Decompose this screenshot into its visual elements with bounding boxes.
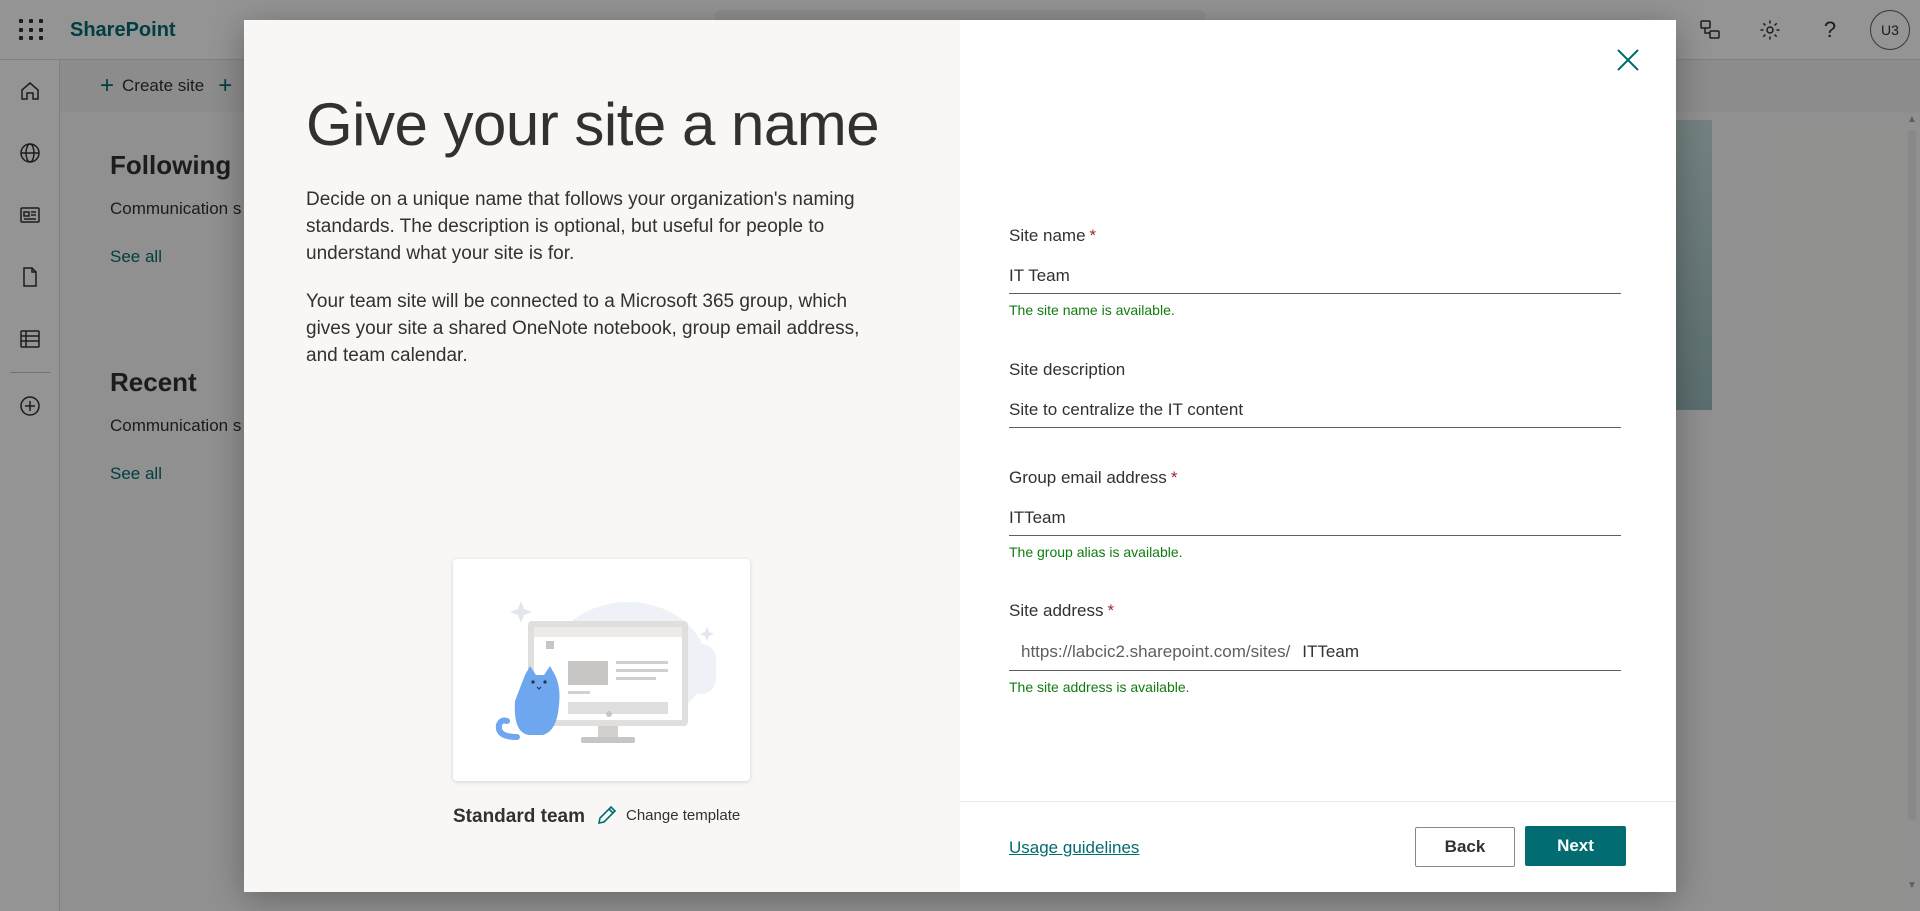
dialog-footer: Usage guidelines Back Next (960, 801, 1676, 892)
template-illustration (495, 601, 716, 743)
site-description-label: Site description (1009, 360, 1126, 379)
scroll-up-icon[interactable]: ▲ (1906, 114, 1918, 126)
site-address-row: https://labcic2.sharepoint.com/sites/ (1009, 633, 1621, 671)
scrollbar-thumb[interactable] (1908, 130, 1916, 820)
site-address-field: Site address * https://labcic2.sharepoint… (1009, 601, 1621, 695)
dialog-group-description: Your team site will be connected to a Mi… (306, 291, 860, 366)
scroll-down-icon[interactable]: ▼ (1906, 880, 1918, 892)
dialog-title: Give your site a name (306, 91, 880, 158)
site-address-input[interactable] (1302, 641, 1621, 662)
template-name: Standard team (453, 806, 585, 827)
group-email-field: Group email address* The group alias is … (1009, 468, 1621, 560)
site-name-field: Site name* The site name is available. (1009, 226, 1621, 318)
site-description-input[interactable] (1009, 392, 1621, 428)
group-email-input[interactable] (1009, 500, 1621, 536)
group-email-label: Group email address * (1009, 468, 1178, 487)
site-name-input[interactable] (1009, 258, 1621, 294)
site-address-prefix: https://labcic2.sharepoint.com/sites/ (1021, 641, 1291, 661)
close-icon (1617, 49, 1639, 71)
back-button[interactable]: Back (1415, 827, 1515, 867)
required-indicator: * (1170, 468, 1178, 487)
site-name-available-message: The site name is available. (1009, 302, 1175, 318)
required-indicator: * (1089, 226, 1097, 245)
next-button[interactable]: Next (1525, 826, 1626, 866)
dialog-description: Decide on a unique name that follows you… (306, 189, 855, 264)
site-address-available-message: The site address is available. (1009, 679, 1190, 695)
site-name-label: Site name * (1009, 226, 1097, 245)
site-address-label: Site address * (1009, 601, 1115, 620)
usage-guidelines-link[interactable]: Usage guidelines (1009, 838, 1139, 858)
create-site-dialog: Give your site a name Decide on a unique… (244, 20, 1676, 892)
pencil-icon (597, 805, 617, 825)
site-description-field: Site description (1009, 360, 1621, 428)
close-button[interactable] (1606, 38, 1650, 82)
dialog-info-panel: Give your site a name Decide on a unique… (244, 20, 960, 892)
required-indicator: * (1107, 601, 1115, 620)
change-template-button[interactable]: Change template (596, 804, 740, 826)
group-alias-available-message: The group alias is available. (1009, 544, 1183, 560)
change-template-label: Change template (626, 806, 741, 824)
template-preview-card (453, 559, 750, 781)
